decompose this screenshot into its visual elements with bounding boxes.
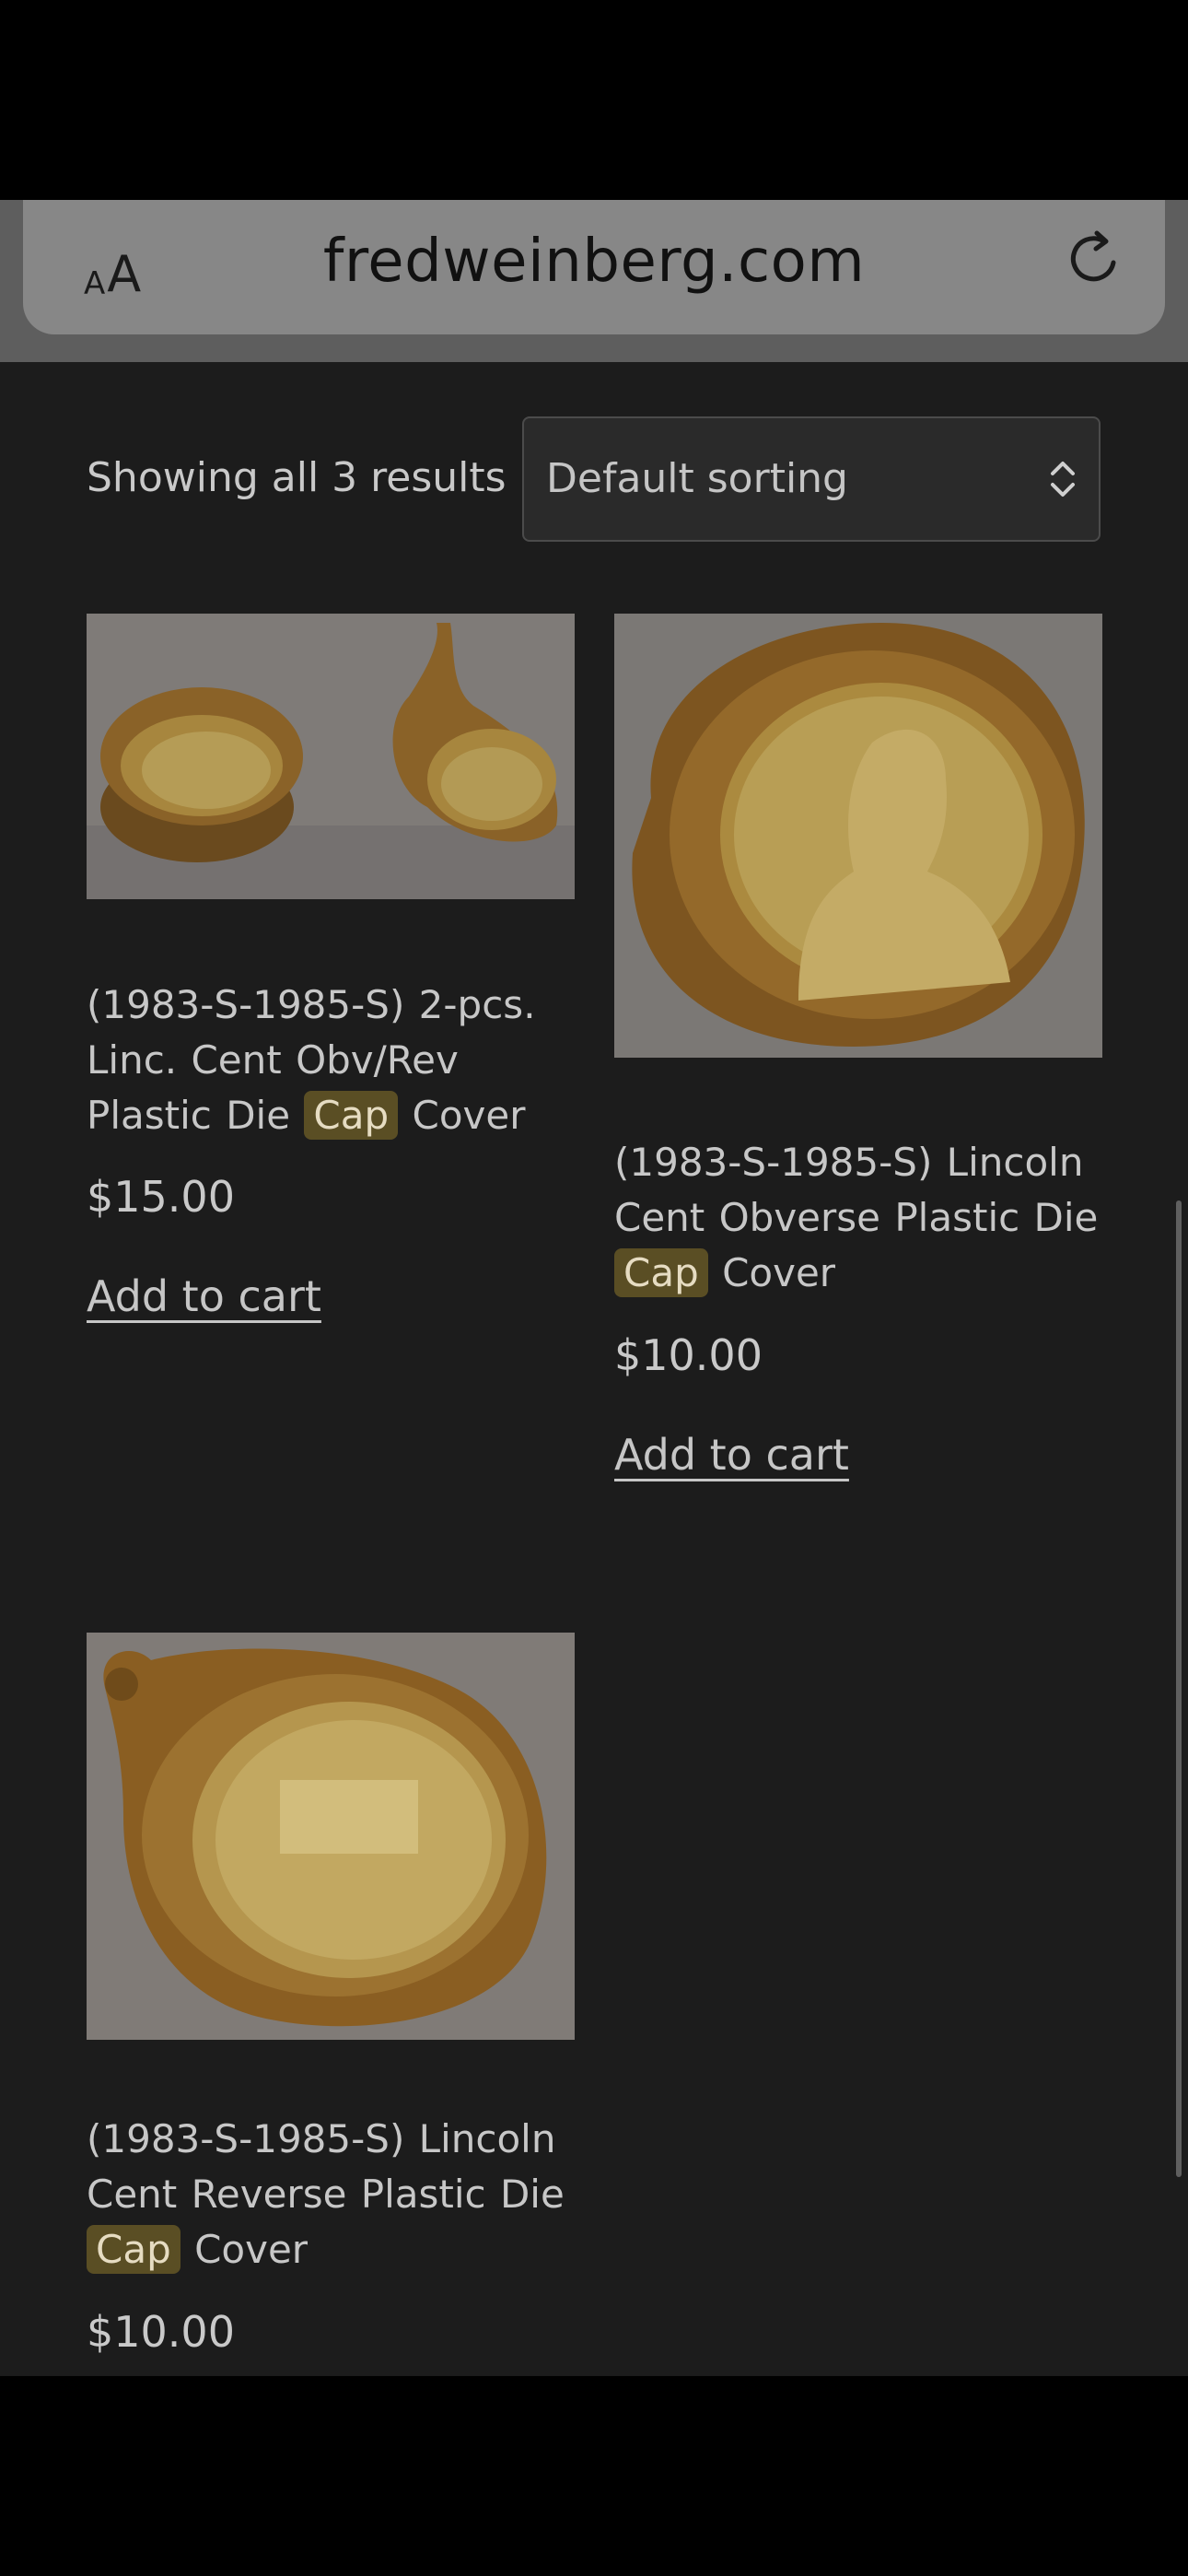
search-highlight: Cap <box>304 1091 399 1140</box>
product-card: (1983-S-1985-S) 2-pcs. Linc. Cent Obv/Re… <box>87 614 575 1351</box>
browser-address-bar: A A fredweinberg.com <box>0 200 1188 362</box>
search-highlight: Cap <box>614 1248 708 1297</box>
product-card: (1983-S-1985-S) Lincoln Cent Obverse Pla… <box>614 614 1102 1516</box>
url-field[interactable]: A A fredweinberg.com <box>23 200 1165 334</box>
sorting-selected-value: Default sorting <box>546 455 848 502</box>
shop-page: Showing all 3 results Default sorting (1… <box>0 362 1188 2376</box>
product-title-text-end: Cover <box>412 1093 526 1138</box>
product-title-text: (1983-S-1985-S) Lincoln Cent Obverse Pla… <box>614 1140 1099 1240</box>
product-title-text: (1983-S-1985-S) Lincoln Cent Reverse Pla… <box>87 2116 565 2217</box>
product-image[interactable] <box>614 614 1102 1058</box>
product-card: (1983-S-1985-S) Lincoln Cent Reverse Pla… <box>87 1633 575 2376</box>
search-highlight: Cap <box>87 2225 181 2274</box>
product-image[interactable] <box>87 614 575 899</box>
product-title-text-end: Cover <box>194 2227 309 2272</box>
product-title[interactable]: (1983-S-1985-S) 2-pcs. Linc. Cent Obv/Re… <box>87 978 584 1143</box>
sorting-select[interactable]: Default sorting <box>522 416 1101 542</box>
add-to-cart-button[interactable]: Add to cart <box>87 1271 321 1321</box>
result-count: Showing all 3 results <box>87 454 507 501</box>
product-title-text-end: Cover <box>722 1250 836 1295</box>
product-price: $15.00 <box>87 1172 235 1222</box>
product-image[interactable] <box>87 1633 575 2040</box>
product-price: $10.00 <box>87 2307 235 2357</box>
product-title[interactable]: (1983-S-1985-S) Lincoln Cent Reverse Pla… <box>87 2112 584 2277</box>
url-text[interactable]: fredweinberg.com <box>23 228 1165 296</box>
product-price: $10.00 <box>614 1330 763 1380</box>
add-to-cart-button[interactable]: Add to cart <box>614 1430 849 1480</box>
product-title[interactable]: (1983-S-1985-S) Lincoln Cent Obverse Pla… <box>614 1135 1112 1301</box>
chevron-up-down-icon <box>1051 462 1075 497</box>
reload-icon[interactable] <box>1062 226 1128 292</box>
page-scrollbar[interactable] <box>1176 1200 1182 2177</box>
